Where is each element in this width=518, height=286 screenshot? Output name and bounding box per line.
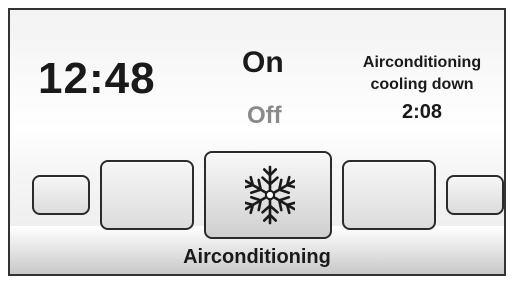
- mode-label: Airconditioning: [183, 246, 331, 268]
- power-on-option[interactable]: On: [242, 46, 284, 80]
- mode-button-far-right[interactable]: [446, 175, 504, 215]
- mode-button-left[interactable]: [100, 160, 194, 230]
- clock-time: 12:48: [38, 54, 156, 103]
- status-panel: Airconditioning cooling down 2:08: [342, 52, 502, 124]
- status-line-1: Airconditioning: [362, 54, 482, 71]
- mode-button-far-left[interactable]: [32, 175, 90, 215]
- status-line-2: cooling down: [370, 76, 474, 93]
- mode-button-right[interactable]: [342, 160, 436, 230]
- countdown-timer: 2:08: [401, 101, 443, 123]
- thermostat-display: 12:48 On Off Airconditioning cooling dow…: [8, 8, 506, 276]
- mode-button-airconditioning[interactable]: [204, 151, 332, 239]
- snowflake-icon: [245, 165, 295, 225]
- power-off-option[interactable]: Off: [247, 102, 282, 130]
